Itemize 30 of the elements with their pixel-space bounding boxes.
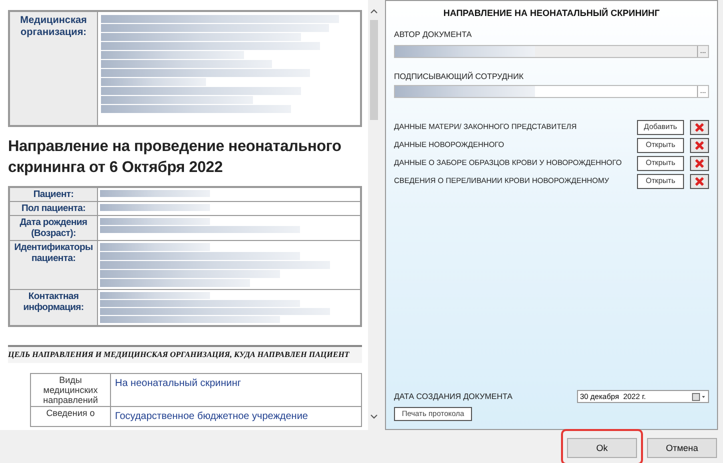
- field-label: ДАТА СОЗДАНИЯ ДОКУМЕНТА: [394, 390, 512, 402]
- dialog-button[interactable]: Ok: [567, 438, 637, 458]
- table-label: Пациент:: [10, 188, 98, 201]
- delete-button[interactable]: [690, 156, 709, 170]
- delete-button[interactable]: [690, 174, 709, 188]
- close-icon: [694, 176, 705, 186]
- dialog-button[interactable]: Отмена: [647, 438, 717, 458]
- table-cell-text: На неонатальный скрининг: [114, 377, 242, 391]
- chevron-down-icon: [370, 414, 378, 420]
- document-title: Направление на проведение неонатального скрининга от 6 Октября 2022: [8, 137, 342, 178]
- delete-button[interactable]: [690, 138, 709, 152]
- calendar-dropdown-icon: [692, 392, 706, 400]
- close-icon: [694, 140, 705, 150]
- table-label: Дата рождения (Возраст):: [10, 216, 98, 240]
- chevron-up-icon: [370, 8, 378, 14]
- form-title: НАПРАВЛЕНИЕ НА НЕОНАТАЛЬНЫЙ СКРИНИНГ: [442, 7, 661, 20]
- section-heading: ЦЕЛЬ НАПРАВЛЕНИЯ И МЕДИЦИНСКАЯ ОРГАНИЗАЦИЯ, КУДА НАПРАВЛЕН ПАЦИЕНТ: [8, 345, 362, 363]
- delete-button[interactable]: [690, 120, 709, 134]
- scrollbar-thumb[interactable]: [370, 20, 378, 120]
- table-label: Контактная информация:: [10, 290, 98, 325]
- table-cell-text: Государственное бюджетное учреждение: [114, 410, 309, 424]
- field-label: ПОДПИСЫВАЮЩИЙ СОТРУДНИК: [394, 70, 524, 82]
- table-label: Пол пациента:: [10, 202, 98, 215]
- table-label: Виды медицинских направлений: [31, 374, 111, 406]
- table-label: Идентификаторы пациента:: [10, 241, 98, 289]
- close-icon: [694, 122, 705, 132]
- field-label: АВТОР ДОКУМЕНТА: [394, 28, 473, 40]
- table-label: Медицинская организация:: [10, 12, 98, 125]
- table-label: Сведения о: [31, 407, 111, 426]
- close-icon: [694, 158, 705, 168]
